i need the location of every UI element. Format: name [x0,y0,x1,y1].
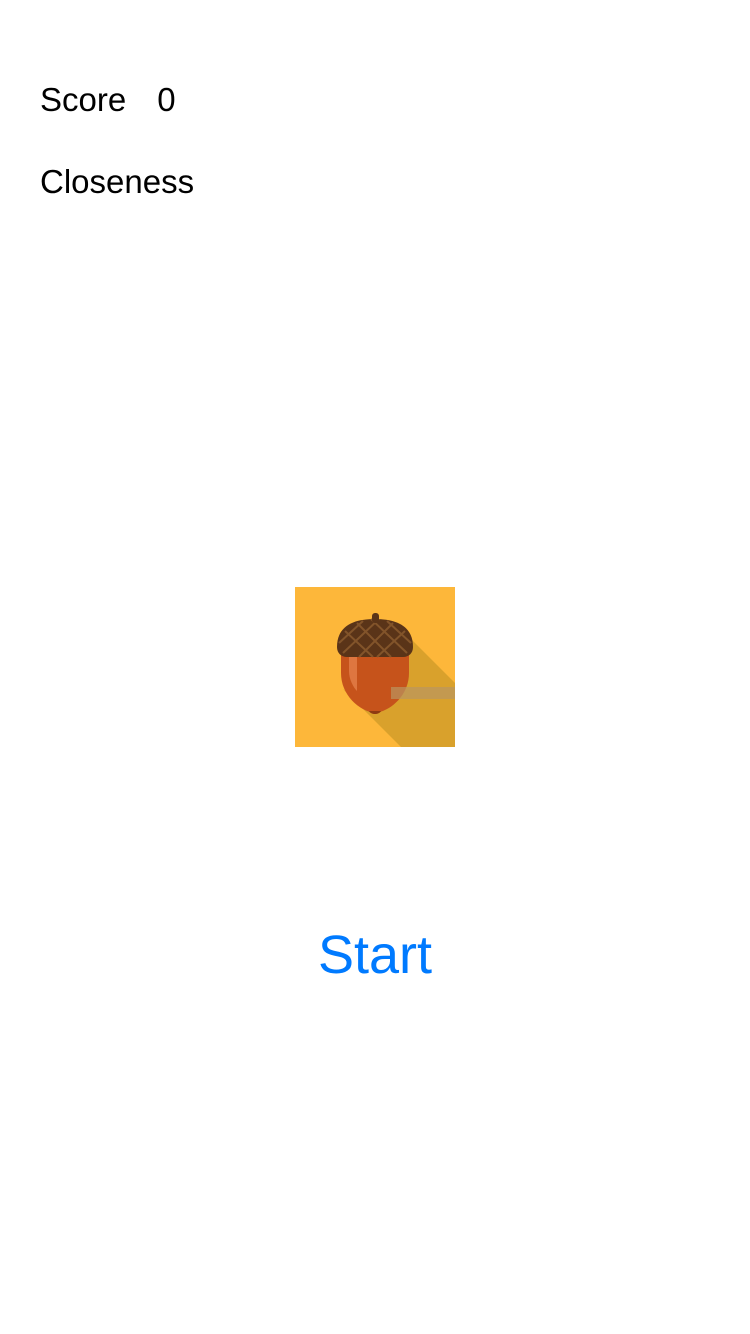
start-button[interactable]: Start [275,918,475,992]
closeness-label: Closeness [40,163,195,200]
score-value: 0 [157,81,176,118]
score-label: Score [40,81,127,118]
acorn-icon [295,587,455,747]
acorn-image [295,587,455,747]
score-row: Score 0 [40,80,176,120]
